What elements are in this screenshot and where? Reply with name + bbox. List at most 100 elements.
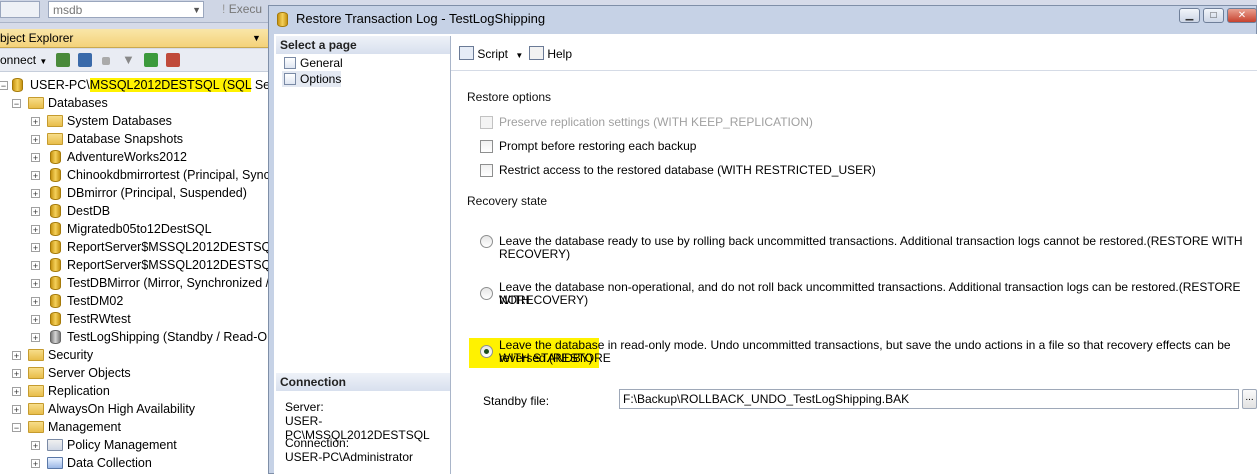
- tree-node-replication[interactable]: + Replication: [0, 382, 270, 400]
- tree-node-database[interactable]: + AdventureWorks2012: [0, 148, 270, 166]
- expand-icon[interactable]: +: [31, 315, 40, 325]
- collapse-icon[interactable]: −: [12, 99, 21, 109]
- database-icon: [50, 276, 61, 290]
- restricted-user-checkbox[interactable]: [480, 164, 493, 177]
- help-button[interactable]: Help: [529, 46, 572, 61]
- tree-node-database[interactable]: + Migratedb05to12DestSQL: [0, 220, 270, 238]
- tree-node-system-databases[interactable]: + System Databases: [0, 112, 270, 130]
- recovery-radio[interactable]: [480, 235, 493, 248]
- script-label: Script: [477, 47, 509, 61]
- minimize-icon[interactable]: ▁: [1179, 8, 1200, 23]
- tree-node-database-snapshots[interactable]: + Database Snapshots: [0, 130, 270, 148]
- restricted-user-label: Restrict access to the restored database…: [499, 163, 876, 177]
- tree-node-databases[interactable]: − Databases: [0, 94, 270, 112]
- browse-button[interactable]: ...: [1242, 389, 1257, 409]
- expand-icon[interactable]: +: [31, 333, 40, 343]
- select-page-header: Select a page: [276, 36, 450, 54]
- expand-icon[interactable]: +: [31, 261, 40, 271]
- expand-icon[interactable]: +: [31, 153, 40, 163]
- options-toolbar: Script ▼ Help: [451, 36, 1257, 71]
- tree-node-label: Security: [48, 348, 94, 362]
- tree-node-label: TestDM02: [67, 294, 124, 308]
- solution-config-combo[interactable]: [0, 1, 40, 18]
- tree-node-database[interactable]: + ReportServer$MSSQL2012DESTSQLTen: [0, 256, 297, 274]
- tree-node-testlogshipping[interactable]: + TestLogShipping (Standby / Read-Onl: [0, 328, 277, 346]
- database-combo[interactable]: msdb ▼: [48, 1, 204, 18]
- expand-icon[interactable]: +: [31, 171, 40, 181]
- expand-icon[interactable]: +: [31, 441, 40, 451]
- summary-icon[interactable]: [166, 53, 180, 67]
- folder-icon: [28, 421, 44, 433]
- tree-node-label: Migratedb05to12DestSQL: [67, 222, 212, 236]
- tree-node-database[interactable]: + ReportServer$MSSQL2012DESTSQL: [0, 238, 278, 256]
- pin-dropdown-icon[interactable]: ▼: [252, 29, 261, 47]
- nav-item-general[interactable]: General: [282, 55, 343, 71]
- expand-icon[interactable]: +: [12, 387, 21, 397]
- nav-item-label: General: [300, 56, 343, 70]
- expand-icon[interactable]: +: [31, 117, 40, 127]
- stop-icon[interactable]: [102, 57, 110, 65]
- norecovery-radio[interactable]: [480, 287, 493, 300]
- folder-icon: [28, 367, 44, 379]
- disconnect-icon[interactable]: [78, 53, 92, 67]
- connection-header: Connection: [276, 373, 450, 391]
- execute-label: Execu: [228, 2, 263, 16]
- keep-replication-checkbox[interactable]: [480, 116, 493, 129]
- collapse-icon[interactable]: −: [0, 81, 8, 91]
- connect-icon[interactable]: [56, 53, 70, 67]
- expand-icon[interactable]: +: [12, 351, 21, 361]
- folder-icon: [28, 385, 44, 397]
- tree-node-management[interactable]: − Management: [0, 418, 270, 436]
- tree-node-label: DestDB: [67, 204, 111, 218]
- help-icon: [529, 46, 544, 60]
- standby-option-text-2: WITH STANDBY): [499, 351, 593, 365]
- close-icon[interactable]: ✕: [1227, 8, 1257, 23]
- database-icon: [50, 258, 61, 272]
- server-label: USER-PC\MSSQL2012DESTSQL (SQL Server 11: [30, 78, 308, 92]
- tree-node-database[interactable]: + Chinookdbmirrortest (Principal, Synch: [0, 166, 277, 184]
- filter-icon[interactable]: ▼: [122, 53, 136, 67]
- collapse-icon[interactable]: −: [12, 423, 21, 433]
- maximize-icon[interactable]: □: [1203, 8, 1224, 23]
- tree-node-label: System Databases: [67, 114, 172, 128]
- expand-icon[interactable]: +: [31, 189, 40, 199]
- expand-icon[interactable]: +: [12, 405, 21, 415]
- expand-icon[interactable]: +: [31, 225, 40, 235]
- expand-icon[interactable]: +: [31, 243, 40, 253]
- expand-icon[interactable]: +: [31, 135, 40, 145]
- tree-node-alwayson[interactable]: + AlwaysOn High Availability: [0, 400, 270, 418]
- chevron-down-icon: ▼: [515, 51, 524, 60]
- tree-node-database[interactable]: + TestDM02: [0, 292, 270, 310]
- connect-button[interactable]: onnect ▼: [0, 53, 47, 67]
- tree-node-label: ReportServer$MSSQL2012DESTSQL: [67, 240, 279, 254]
- standby-radio[interactable]: [480, 345, 493, 358]
- prompt-before-restore-checkbox[interactable]: [480, 140, 493, 153]
- expand-icon[interactable]: +: [12, 369, 21, 379]
- server-icon: [12, 78, 23, 92]
- refresh-icon[interactable]: [144, 53, 158, 67]
- folder-icon: [47, 115, 63, 127]
- expand-icon[interactable]: +: [31, 279, 40, 289]
- script-button[interactable]: Script ▼: [459, 46, 523, 61]
- chevron-down-icon: ▼: [192, 5, 201, 15]
- database-icon: [50, 240, 61, 254]
- expand-icon[interactable]: +: [31, 207, 40, 217]
- chevron-down-icon: ▼: [39, 57, 48, 66]
- tree-node-data-collection[interactable]: + Data Collection: [0, 454, 270, 472]
- tree-node-policy-management[interactable]: + Policy Management: [0, 436, 270, 454]
- standby-file-input[interactable]: F:\Backup\ROLLBACK_UNDO_TestLogShipping.…: [619, 389, 1239, 409]
- nav-item-label: Options: [300, 72, 342, 86]
- tree-node-database[interactable]: + TestDBMirror (Mirror, Synchronized / R: [0, 274, 282, 292]
- tree-node-label: TestRWtest: [67, 312, 131, 326]
- connection-caption: Connection:: [285, 436, 350, 450]
- tree-node-database[interactable]: + TestRWtest: [0, 310, 270, 328]
- execute-button[interactable]: ! Execu: [222, 2, 262, 16]
- nav-item-options[interactable]: Options: [282, 71, 342, 87]
- tree-node-database[interactable]: + DBmirror (Principal, Suspended): [0, 184, 270, 202]
- keep-replication-label: Preserve replication settings (WITH KEEP…: [499, 115, 813, 129]
- expand-icon[interactable]: +: [31, 297, 40, 307]
- expand-icon[interactable]: +: [31, 459, 40, 469]
- tree-node-database[interactable]: + DestDB: [0, 202, 270, 220]
- tree-node-server-objects[interactable]: + Server Objects: [0, 364, 270, 382]
- tree-node-security[interactable]: + Security: [0, 346, 270, 364]
